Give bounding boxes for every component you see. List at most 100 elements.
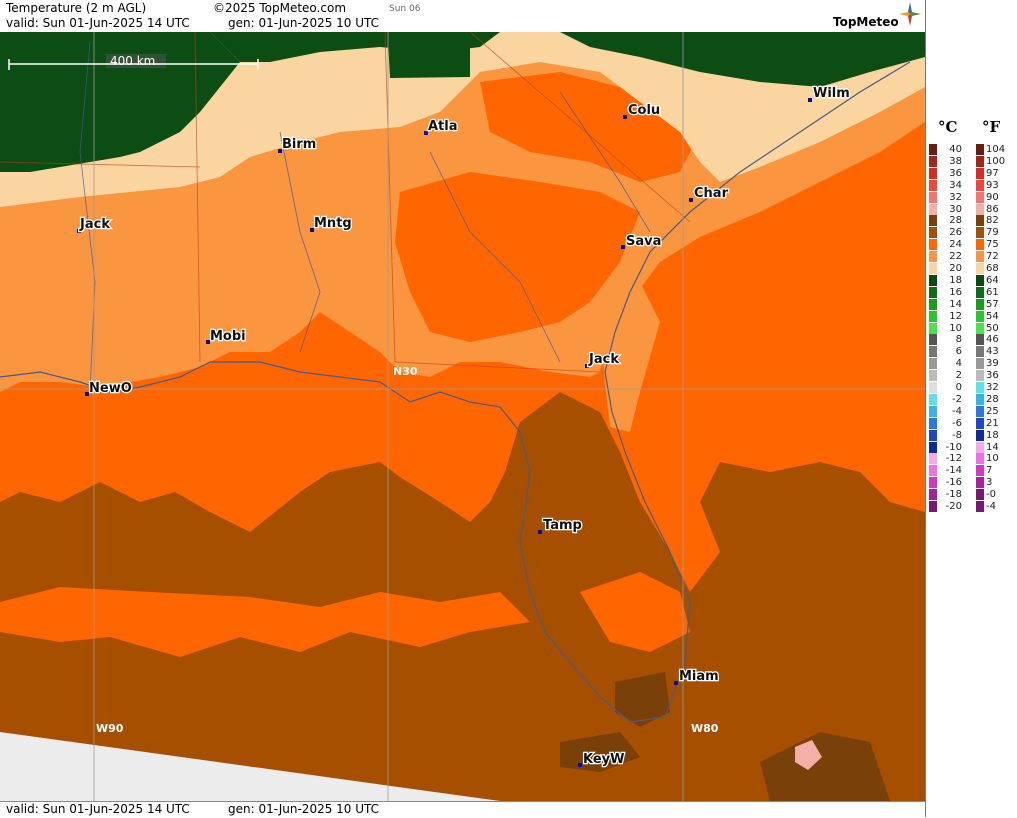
legend-swatch-celsius bbox=[929, 441, 937, 453]
legend-swatch-fahrenheit bbox=[976, 310, 984, 322]
legend-label-celsius: -2 bbox=[952, 393, 962, 405]
legend-label-fahrenheit: 79 bbox=[986, 227, 999, 239]
legend-panel: °C °F 40 104 38 100 36 97 34 93 32 90 30 86 28 82 26 79… bbox=[925, 0, 1017, 817]
legend-label-fahrenheit: 54 bbox=[986, 310, 999, 322]
legend-swatch-celsius bbox=[929, 155, 937, 167]
legend-swatch-fahrenheit bbox=[976, 405, 984, 417]
city-marker-char bbox=[689, 198, 693, 202]
legend-label-celsius: 38 bbox=[949, 155, 962, 167]
legend-label-fahrenheit: 100 bbox=[986, 155, 1006, 167]
legend-unit-fahrenheit: °F bbox=[982, 118, 1001, 136]
legend-label-fahrenheit: -4 bbox=[986, 501, 996, 512]
city-label-tamp: Tamp bbox=[543, 518, 582, 533]
legend-label-celsius: -6 bbox=[952, 417, 962, 429]
legend-swatch-celsius bbox=[929, 239, 937, 251]
legend-row: 34 93 bbox=[926, 179, 1017, 192]
city-label-char: Char bbox=[694, 186, 729, 201]
city-label-keyw: KeyW bbox=[583, 752, 624, 767]
legend-swatch-fahrenheit bbox=[976, 286, 984, 298]
legend-swatch-fahrenheit bbox=[976, 393, 984, 405]
compass-logo-icon bbox=[899, 2, 921, 29]
legend-row: -6 21 bbox=[926, 417, 1017, 430]
legend-row: 6 43 bbox=[926, 346, 1017, 358]
legend-label-fahrenheit: 68 bbox=[986, 263, 999, 274]
legend-row: 2 36 bbox=[926, 370, 1017, 382]
legend-label-fahrenheit: 104 bbox=[986, 144, 1006, 155]
legend-label-celsius: -8 bbox=[952, 429, 962, 441]
legend-label-fahrenheit: -0 bbox=[986, 489, 996, 501]
topmeteo-logo-text: TopMeteo bbox=[833, 15, 899, 29]
legend-label-celsius: -14 bbox=[945, 465, 962, 477]
legend-swatch-celsius bbox=[929, 393, 937, 405]
legend-row: 24 75 bbox=[926, 239, 1017, 251]
legend-swatch-fahrenheit bbox=[976, 465, 984, 477]
legend-label-fahrenheit: 46 bbox=[986, 334, 999, 346]
day-label: Sun 06 bbox=[389, 4, 421, 14]
legend-label-celsius: 36 bbox=[949, 167, 962, 179]
legend-swatch-fahrenheit bbox=[976, 239, 984, 251]
legend-swatch-celsius bbox=[929, 382, 937, 393]
legend-swatch-fahrenheit bbox=[976, 167, 984, 179]
legend-label-celsius: -16 bbox=[945, 477, 962, 489]
valid-time: valid: Sun 01-Jun-2025 14 UTC bbox=[6, 16, 190, 30]
legend-label-celsius: 4 bbox=[955, 358, 962, 370]
legend-label-celsius: -4 bbox=[952, 405, 962, 417]
legend-row: -8 18 bbox=[926, 429, 1017, 442]
city-label-colu: Colu bbox=[628, 103, 660, 118]
legend-label-celsius: 18 bbox=[949, 274, 962, 286]
zone-18-blob bbox=[388, 38, 470, 78]
city-marker-sava bbox=[621, 245, 625, 249]
scale-bar-label: 400 km bbox=[110, 54, 155, 68]
legend-row: 32 90 bbox=[926, 191, 1017, 204]
legend-label-celsius: 16 bbox=[949, 286, 962, 298]
city-label-jackfl: Jack bbox=[588, 352, 619, 367]
legend-swatch-fahrenheit bbox=[976, 417, 984, 429]
legend-swatch-celsius bbox=[929, 453, 937, 465]
legend-label-fahrenheit: 57 bbox=[986, 298, 999, 310]
legend-swatch-celsius bbox=[929, 370, 937, 382]
legend-swatch-fahrenheit bbox=[976, 501, 984, 512]
legend-swatch-celsius bbox=[929, 191, 937, 203]
legend-row: 8 46 bbox=[926, 334, 1017, 346]
legend-row: 18 64 bbox=[926, 274, 1017, 287]
legend-label-fahrenheit: 14 bbox=[986, 441, 999, 453]
temperature-map[interactable]: N30 W90 W80 400 km Birm Atla Colu Wilm C… bbox=[0, 32, 925, 801]
legend-label-fahrenheit: 7 bbox=[986, 465, 993, 477]
generation-time: gen: 01-Jun-2025 10 UTC bbox=[228, 16, 380, 30]
legend-row: 10 50 bbox=[926, 322, 1017, 335]
legend-label-celsius: 6 bbox=[955, 346, 962, 358]
legend-swatch-fahrenheit bbox=[976, 155, 984, 167]
legend-swatch-fahrenheit bbox=[976, 251, 984, 263]
legend-swatch-fahrenheit bbox=[976, 358, 984, 370]
legend-swatch-celsius bbox=[929, 227, 937, 239]
legend-swatch-celsius bbox=[929, 334, 937, 346]
legend-label-fahrenheit: 75 bbox=[986, 239, 999, 251]
legend-swatch-fahrenheit bbox=[976, 215, 984, 227]
legend-label-celsius: 20 bbox=[949, 263, 962, 274]
legend-label-celsius: 34 bbox=[949, 179, 962, 191]
footer-valid-time: valid: Sun 01-Jun-2025 14 UTC bbox=[6, 802, 190, 816]
legend-swatch-fahrenheit bbox=[976, 489, 984, 501]
legend-label-celsius: 30 bbox=[949, 203, 962, 215]
legend-label-celsius: 12 bbox=[949, 310, 962, 322]
copyright-text: ©2025 TopMeteo.com bbox=[213, 1, 347, 15]
legend-row: 0 32 bbox=[926, 382, 1017, 394]
footer-generation-time: gen: 01-Jun-2025 10 UTC bbox=[228, 802, 380, 816]
city-marker-tamp bbox=[538, 530, 542, 534]
legend-label-celsius: 26 bbox=[949, 227, 962, 239]
legend-swatch-celsius bbox=[929, 274, 937, 286]
legend-label-celsius: 40 bbox=[949, 144, 962, 155]
city-label-newo: NewO bbox=[89, 381, 132, 396]
legend-swatch-fahrenheit bbox=[976, 477, 984, 489]
legend-row: 40 104 bbox=[926, 144, 1017, 156]
legend-swatch-fahrenheit bbox=[976, 370, 984, 382]
map-header: Temperature (2 m AGL) ©2025 TopMeteo.com… bbox=[0, 0, 925, 32]
legend-swatch-celsius bbox=[929, 405, 937, 417]
legend-swatch-celsius bbox=[929, 501, 937, 512]
legend-swatch-celsius bbox=[929, 263, 937, 274]
legend-swatch-fahrenheit bbox=[976, 203, 984, 215]
legend-label-fahrenheit: 90 bbox=[986, 191, 999, 203]
legend-label-celsius: 32 bbox=[949, 191, 962, 203]
legend-row: -4 25 bbox=[926, 405, 1017, 418]
city-marker-keyw bbox=[578, 763, 582, 767]
